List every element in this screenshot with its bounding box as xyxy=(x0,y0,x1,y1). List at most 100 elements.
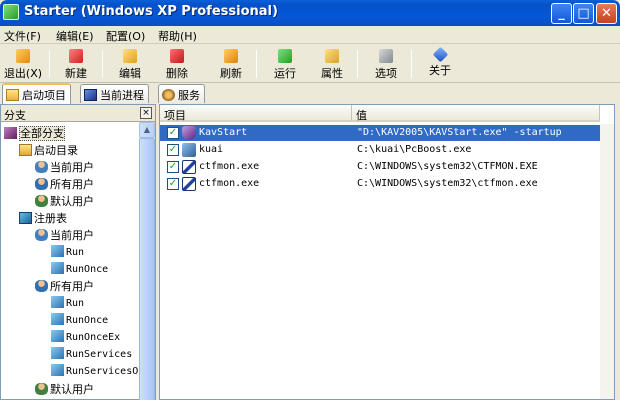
tree-node-all-branches[interactable]: 全部分支 xyxy=(4,125,65,142)
kav-shield-icon xyxy=(182,126,196,140)
run-button[interactable]: 运行 xyxy=(262,47,308,81)
enabled-checkbox[interactable]: ✓ xyxy=(167,161,179,173)
new-icon xyxy=(69,49,83,63)
item-value: C:\WINDOWS\system32\ctfmon.exe xyxy=(357,178,538,189)
menu-config[interactable]: 配置(O) xyxy=(106,28,145,44)
minimize-button[interactable]: _ xyxy=(551,3,572,24)
toolbar: 退出(X) 新建 编辑 删除 刷新 运行 属性 选项 关于 xyxy=(0,45,620,83)
tree-node-runonceex[interactable]: RunOnceEx xyxy=(51,330,120,347)
gear-icon xyxy=(162,89,175,101)
registry-key-icon xyxy=(51,313,64,325)
refresh-icon xyxy=(224,49,238,63)
tree-node-registry-current-user[interactable]: 当前用户 xyxy=(35,227,94,244)
tab-bar: 启动项目 当前进程 服务 xyxy=(0,83,620,104)
tree-node-startup-folder[interactable]: 启动目录 xyxy=(19,142,78,159)
item-value: "D:\KAV2005\KAVStart.exe" -startup xyxy=(357,127,562,138)
properties-button[interactable]: 属性 xyxy=(309,47,355,81)
ctfmon-pen-icon xyxy=(182,160,196,174)
menu-edit[interactable]: 编辑(E) xyxy=(56,28,94,44)
toolbar-separator xyxy=(256,50,257,78)
tree-node-runonce[interactable]: RunOnce xyxy=(51,313,108,330)
maximize-button[interactable]: □ xyxy=(573,3,594,24)
tab-services[interactable]: 服务 xyxy=(158,84,205,103)
item-name: ctfmon.exe xyxy=(199,178,260,189)
tree-node-registry-all-users[interactable]: 所有用户 xyxy=(35,278,94,295)
table-row[interactable]: ✓ ctfmon.exe C:\WINDOWS\system32\ctfmon.… xyxy=(160,176,614,192)
branch-panel-title: 分支 xyxy=(4,109,26,122)
process-icon xyxy=(84,89,97,101)
close-button[interactable]: ✕ xyxy=(596,3,617,24)
branch-panel: 分支 × 全部分支 启动目录 当前用户 所有用户 默认用户 注册表 当前用户 R… xyxy=(0,104,156,400)
registry-icon xyxy=(19,212,32,224)
folder-icon xyxy=(19,144,32,156)
users-icon xyxy=(35,280,48,292)
folder-icon xyxy=(6,89,19,101)
registry-key-icon xyxy=(51,262,64,274)
tab-startup-items[interactable]: 启动项目 xyxy=(2,83,71,104)
item-name: ctfmon.exe xyxy=(199,161,260,172)
branch-icon xyxy=(4,127,17,139)
options-button[interactable]: 选项 xyxy=(363,47,409,81)
startup-items-list: 项目 值 ✓ KavStart "D:\KAV2005\KAVStart.exe… xyxy=(159,104,615,400)
menu-file[interactable]: 文件(F) xyxy=(4,28,41,44)
tree-node-all-users[interactable]: 所有用户 xyxy=(35,176,94,193)
close-icon[interactable]: × xyxy=(140,107,152,119)
registry-key-icon xyxy=(51,364,64,376)
tree-node-registry-default-user[interactable]: 默认用户 xyxy=(35,381,94,398)
tree-node-run[interactable]: Run xyxy=(51,245,84,262)
options-icon xyxy=(379,49,393,63)
edit-icon xyxy=(123,49,137,63)
delete-icon xyxy=(170,49,184,63)
menu-bar: 文件(F) 编辑(E) 配置(O) 帮助(H) xyxy=(0,26,620,44)
toolbar-separator xyxy=(49,50,50,78)
enabled-checkbox[interactable]: ✓ xyxy=(167,144,179,156)
edit-button[interactable]: 编辑 xyxy=(107,47,153,81)
registry-key-icon xyxy=(51,245,64,257)
tree-node-current-user[interactable]: 当前用户 xyxy=(35,159,94,176)
properties-icon xyxy=(325,49,339,63)
exit-button[interactable]: 退出(X) xyxy=(0,47,46,81)
user-icon xyxy=(35,229,48,241)
item-name: KavStart xyxy=(199,127,248,138)
about-icon xyxy=(432,46,448,63)
tree-node-registry[interactable]: 注册表 xyxy=(19,210,67,227)
enabled-checkbox[interactable]: ✓ xyxy=(167,178,179,190)
users-icon xyxy=(35,178,48,190)
table-row[interactable]: ✓ ctfmon.exe C:\WINDOWS\system32\CTFMON.… xyxy=(160,159,614,175)
title-bar: Starter (Windows XP Professional) _ □ ✕ xyxy=(0,0,620,26)
scrollbar-thumb[interactable] xyxy=(139,138,155,400)
column-header-value[interactable]: 值 xyxy=(352,105,600,122)
scroll-up-icon[interactable]: ▲ xyxy=(139,122,155,138)
list-scrollbar[interactable] xyxy=(600,124,614,399)
table-row[interactable]: ✓ KavStart "D:\KAV2005\KAVStart.exe" -st… xyxy=(160,125,614,141)
delete-button[interactable]: 删除 xyxy=(154,47,200,81)
tree-scrollbar[interactable]: ▲ xyxy=(139,122,155,400)
menu-help[interactable]: 帮助(H) xyxy=(158,28,197,44)
refresh-button[interactable]: 刷新 xyxy=(208,47,254,81)
table-row[interactable]: ✓ kuai C:\kuai\PcBoost.exe xyxy=(160,142,614,158)
toolbar-separator xyxy=(411,50,412,78)
program-icon xyxy=(182,143,196,157)
tree-node-default-user[interactable]: 默认用户 xyxy=(35,193,94,210)
toolbar-separator xyxy=(357,50,358,78)
registry-key-icon xyxy=(51,347,64,359)
about-button[interactable]: 关于 xyxy=(417,46,463,81)
tree-node-runonce[interactable]: RunOnce xyxy=(51,262,108,279)
toolbar-separator xyxy=(102,50,103,78)
default-user-icon xyxy=(35,383,48,395)
run-icon xyxy=(278,49,292,63)
tab-processes[interactable]: 当前进程 xyxy=(80,84,149,103)
default-user-icon xyxy=(35,195,48,207)
column-header-item[interactable]: 项目 xyxy=(160,105,352,122)
item-value: C:\WINDOWS\system32\CTFMON.EXE xyxy=(357,161,538,172)
new-button[interactable]: 新建 xyxy=(53,47,99,81)
tree-node-run[interactable]: Run xyxy=(51,296,84,313)
enabled-checkbox[interactable]: ✓ xyxy=(167,127,179,139)
user-icon xyxy=(35,161,48,173)
branch-panel-header: 分支 × xyxy=(1,105,155,122)
tree-node-runservices[interactable]: RunServices xyxy=(51,347,132,364)
tree-node-runservicesonce[interactable]: RunServicesO: xyxy=(51,364,139,381)
ctfmon-pen-icon xyxy=(182,177,196,191)
registry-key-icon xyxy=(51,330,64,342)
app-icon xyxy=(3,4,19,20)
